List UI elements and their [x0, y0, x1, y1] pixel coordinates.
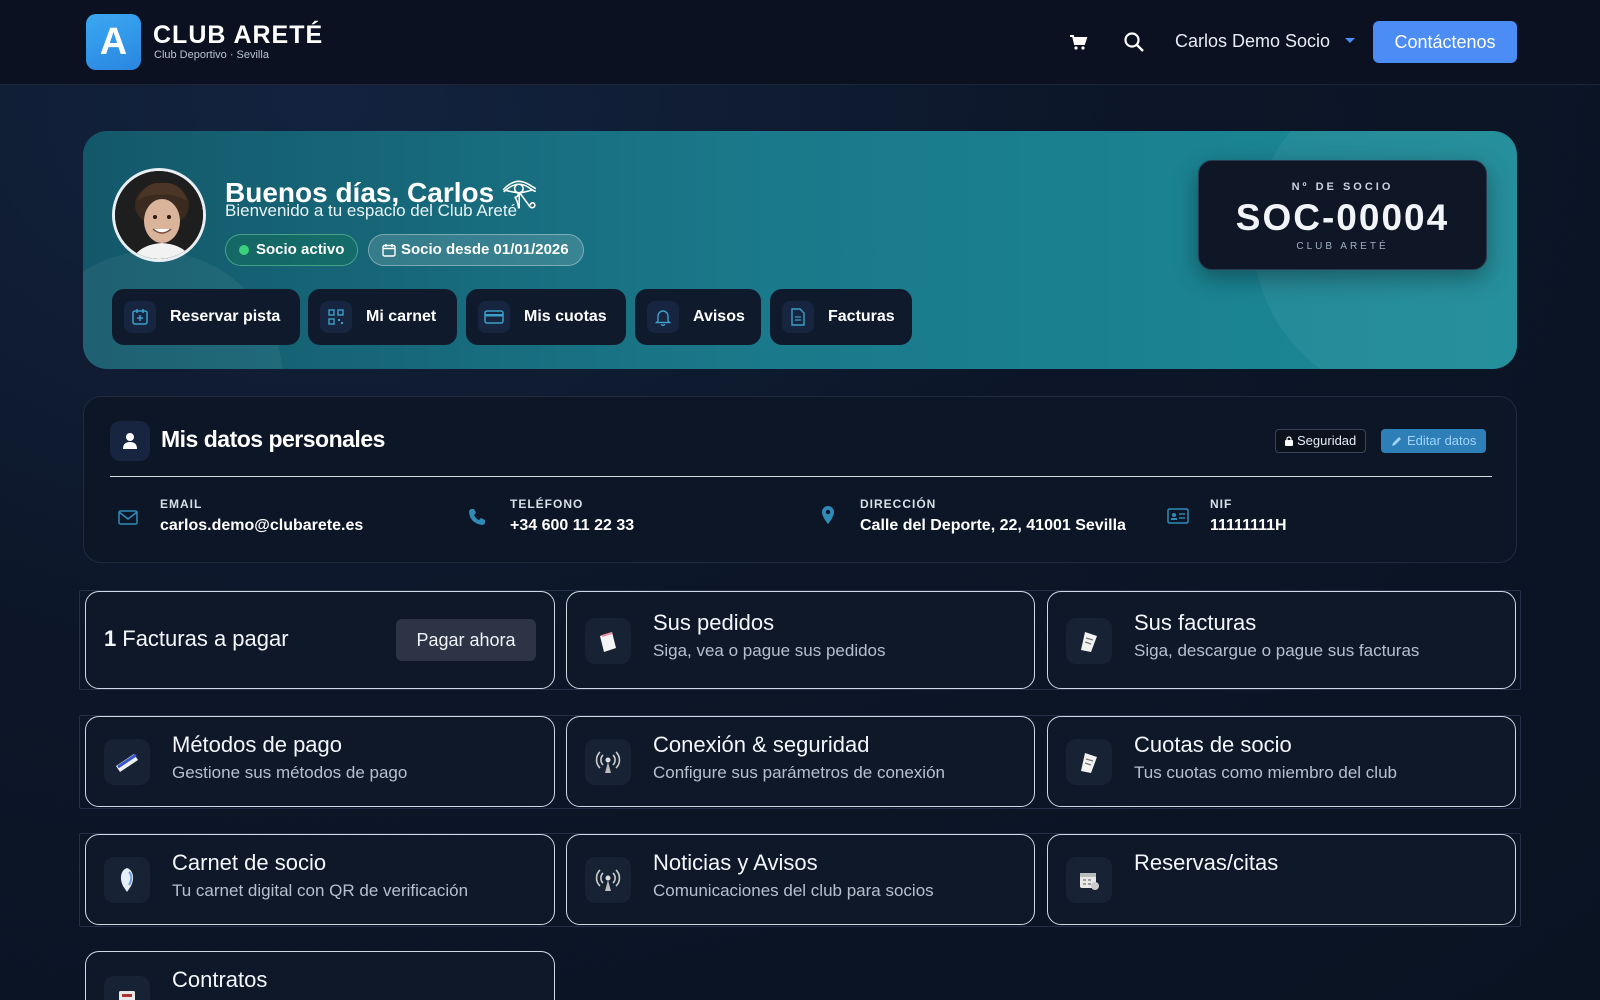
member-number: SOC-00004	[1235, 197, 1450, 238]
credit-card-icon	[478, 301, 510, 333]
pending-invoices-label: Facturas a pagar	[122, 626, 289, 651]
id-card-icon	[1167, 508, 1189, 524]
top-navbar: A CLUB ARETÉ Club Deportivo · Sevilla Ca…	[0, 0, 1600, 85]
cart-icon[interactable]	[1068, 32, 1088, 52]
club-logo[interactable]: A	[86, 14, 141, 70]
avatar[interactable]	[112, 168, 206, 262]
status-badge: Socio activo	[225, 234, 359, 266]
member-number-card: Nº DE SOCIO SOC-00004 CLUB ARETÉ	[1198, 160, 1487, 270]
phone-label: TELÉFONO	[510, 497, 584, 511]
contact-button[interactable]: Contáctenos	[1373, 21, 1517, 63]
tile-title: Noticias y Avisos	[653, 850, 818, 875]
antenna-icon	[585, 857, 631, 903]
pending-invoices-text: 1 Facturas a pagar	[104, 626, 289, 652]
search-icon[interactable]	[1123, 31, 1145, 53]
quick-action-label: Facturas	[828, 308, 895, 325]
pending-invoices-count: 1	[104, 626, 117, 651]
tile-contratos[interactable]: Contratos	[85, 951, 555, 1000]
quick-action-label: Avisos	[693, 308, 745, 325]
email-value: carlos.demo@clubarete.es	[160, 517, 364, 534]
chevron-down-icon[interactable]	[1345, 38, 1355, 43]
tile-metodos-de-pago[interactable]: Métodos de pago Gestione sus métodos de …	[85, 716, 555, 807]
antenna-icon	[585, 739, 631, 785]
brand-subtitle: Club Deportivo · Sevilla	[154, 49, 269, 61]
tile-title: Métodos de pago	[172, 732, 343, 757]
tile-subtitle: Tu carnet digital con QR de verificación	[172, 881, 469, 900]
tile-title: Cuotas de socio	[1134, 732, 1292, 757]
member-since-label: Socio desde 01/01/2026	[401, 241, 569, 258]
quick-action-label: Mi carnet	[366, 308, 437, 325]
quick-action-reservar-pista[interactable]: Reservar pista	[112, 289, 300, 345]
quick-action-label: Reservar pista	[170, 308, 281, 325]
tile-subtitle: Tus cuotas como miembro del club	[1134, 763, 1397, 782]
member-card-club: CLUB ARETÉ	[1296, 241, 1389, 252]
tile-subtitle: Configure sus parámetros de conexión	[653, 763, 945, 782]
tile-subtitle: Gestione sus métodos de pago	[172, 763, 408, 782]
envelope-icon	[118, 510, 138, 525]
tile-cuotas-de-socio[interactable]: Cuotas de socio Tus cuotas como miembro …	[1047, 716, 1516, 807]
divider	[110, 476, 1492, 477]
contract-icon	[104, 976, 150, 1000]
nif-label: NIF	[1210, 497, 1233, 511]
tile-sus-pedidos[interactable]: Sus pedidos Siga, vea o pague sus pedido…	[566, 591, 1035, 689]
brand-name[interactable]: CLUB ARETÉ	[153, 21, 323, 50]
invoice-icon	[1066, 618, 1112, 664]
calendar-plus-icon	[124, 301, 156, 333]
quick-action-facturas[interactable]: Facturas	[770, 289, 912, 345]
member-since-badge: Socio desde 01/01/2026	[368, 234, 584, 266]
tile-conexion-seguridad[interactable]: Conexión & seguridad Configure sus parám…	[566, 716, 1035, 807]
lock-icon	[1285, 436, 1293, 446]
tile-noticias-avisos[interactable]: Noticias y Avisos Comunicaciones del clu…	[566, 834, 1035, 925]
address-value: Calle del Deporte, 22, 41001 Sevilla	[860, 517, 1126, 534]
bell-icon	[647, 301, 679, 333]
pencil-icon	[1392, 437, 1401, 446]
tile-reservas-citas[interactable]: Reservas/citas	[1047, 834, 1516, 925]
tile-carnet-de-socio[interactable]: Carnet de socio Tu carnet digital con QR…	[85, 834, 555, 925]
tile-title: Conexión & seguridad	[653, 732, 870, 757]
pending-invoices-tile[interactable]: 1 Facturas a pagar Pagar ahora	[85, 591, 555, 689]
address-label: DIRECCIÓN	[860, 497, 937, 511]
welcome-banner: Buenos días, Carlos 𓂀 Bienvenido a tu es…	[83, 131, 1517, 369]
quick-action-mi-carnet[interactable]: Mi carnet	[308, 289, 457, 345]
tile-subtitle: Comunicaciones del club para socios	[653, 881, 934, 900]
shopping-bag-icon	[585, 618, 631, 664]
welcome-text: Bienvenido a tu espacio del Club Areté	[225, 201, 518, 220]
tile-sus-facturas[interactable]: Sus facturas Siga, descargue o pague sus…	[1047, 591, 1516, 689]
calendar-icon	[1066, 857, 1112, 903]
document-icon	[782, 301, 814, 333]
phone-value: +34 600 11 22 33	[510, 517, 635, 534]
pay-now-button[interactable]: Pagar ahora	[396, 619, 536, 661]
map-pin-icon	[822, 506, 834, 524]
nif-value: 11111111H	[1210, 517, 1287, 534]
personal-data-title: Mis datos personales	[161, 426, 385, 452]
user-photo	[115, 171, 203, 259]
edit-data-label: Editar datos	[1407, 433, 1477, 448]
personal-data-card: Mis datos personales Seguridad Editar da…	[83, 396, 1517, 563]
edit-data-button[interactable]: Editar datos	[1381, 429, 1487, 453]
quick-action-mis-cuotas[interactable]: Mis cuotas	[466, 289, 626, 345]
member-number-label: Nº DE SOCIO	[1291, 181, 1394, 193]
badge-icon	[104, 857, 150, 903]
quick-action-avisos[interactable]: Avisos	[635, 289, 761, 345]
invoice-icon	[1066, 739, 1112, 785]
tile-title: Sus facturas	[1134, 610, 1257, 635]
user-menu[interactable]: Carlos Demo Socio	[1175, 31, 1330, 52]
user-icon	[110, 421, 150, 461]
tile-title: Reservas/citas	[1134, 850, 1279, 875]
security-button[interactable]: Seguridad	[1275, 429, 1367, 453]
tile-subtitle: Siga, descargue o pague sus facturas	[1134, 641, 1420, 660]
phone-icon	[469, 509, 485, 525]
tile-title: Sus pedidos	[653, 610, 775, 635]
qr-icon	[320, 301, 352, 333]
email-label: EMAIL	[160, 497, 203, 511]
tile-title: Carnet de socio	[172, 850, 327, 875]
calendar-icon	[382, 244, 396, 257]
security-label: Seguridad	[1297, 433, 1357, 448]
tile-subtitle: Siga, vea o pague sus pedidos	[653, 641, 886, 660]
quick-action-label: Mis cuotas	[524, 308, 607, 325]
credit-card-icon	[104, 739, 150, 785]
tile-title: Contratos	[172, 967, 268, 992]
